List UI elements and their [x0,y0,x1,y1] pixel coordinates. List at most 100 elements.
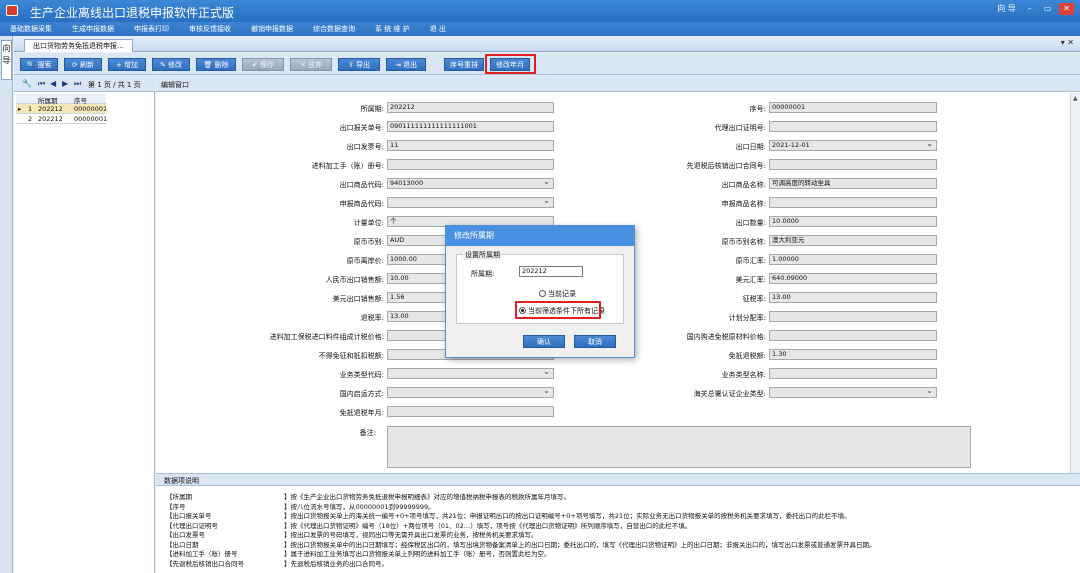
description-key: 【所属期 [166,493,192,500]
description-key: 【出口发票号 [166,531,205,538]
list-item: 【序号 】按八位流水号填写，从00000001到99999999。 [166,501,1066,510]
left-field-input[interactable]: 11 [387,140,554,151]
cancel-edit-button[interactable]: ✕ 放弃 [290,58,332,71]
wrench-icon[interactable]: 🔧 [22,79,32,88]
description-title: 数据项说明 [164,477,199,485]
document-tabstrip: 出口货物劳务免抵退税申报… ▾ ✕ [14,36,1080,52]
exit-button[interactable]: ⇥ 退出 [386,58,426,71]
right-field-input[interactable]: 00000001 [769,102,937,113]
remark-field[interactable] [387,426,971,468]
list-item: 【代理出口证明号 】按《代理出口货物证明》编号（18位）+两位项号（01、02…）… [166,520,1066,529]
right-field-input[interactable] [769,330,937,341]
right-field-input[interactable]: 640.09000 [769,273,937,284]
record-navigator: 🔧 ⏮ ◀ ▶ ⏭ 第 1 页 / 共 1 页 [14,76,155,92]
close-icon[interactable]: ✕ [1059,3,1074,15]
dialog-cancel-button[interactable]: 取消 [574,335,616,348]
exit-button-label: 退出 [403,61,418,69]
menu-revoke[interactable]: 撤销申报数据 [241,22,303,36]
left-field-label: 国内启运方式: [339,390,384,398]
edit-button[interactable]: ✎ 修改 [152,58,190,71]
left-field-label: 原币离岸价: [346,257,384,265]
tab-export-declaration[interactable]: 出口货物劳务免抵退税申报… [24,39,133,52]
refresh-button-label: 刷新 [80,61,95,69]
dialog-title: 修改所属期 [446,226,634,246]
right-field-label: 业务类型名称: [721,371,766,379]
right-field-input[interactable] [769,311,937,322]
confirm-button[interactable]: 确认 [523,335,565,348]
right-field-input[interactable] [769,368,937,379]
search-button[interactable]: 🔍 搜索 [20,58,58,71]
right-field-input[interactable]: 10.0000 [769,216,937,227]
add-button[interactable]: + 增加 [108,58,146,71]
right-field-input[interactable] [769,197,937,208]
left-field-input[interactable]: 202212 [387,102,554,113]
menu-query[interactable]: 综合数据查询 [303,22,365,36]
row-period: 202212 [38,115,63,123]
left-field-input[interactable] [387,387,554,398]
left-field-input[interactable] [387,197,554,208]
scroll-up-icon[interactable]: ▲ [1073,95,1078,102]
menu-print[interactable]: 申报表打印 [124,22,179,36]
search-button-label: 搜索 [37,61,52,69]
save-button[interactable]: ✔ 保存 [242,58,284,71]
restore-icon[interactable]: ▭ [1040,3,1056,15]
menu-system[interactable]: 系 统 维 护 [365,22,420,36]
minimize-icon[interactable]: – [1024,3,1036,15]
radio-off-icon [539,290,546,297]
right-field-label: 征税率: [742,295,766,303]
right-field-input[interactable]: 1.30 [769,349,937,360]
left-field-label: 计量单位: [353,219,384,227]
edit-scrollbar[interactable]: ▲ [1070,93,1080,473]
change-period-dialog: 修改所属期 设置所属期 所属期: 202212 当前记录 当前筛选条件下所有记录… [445,225,635,358]
renumber-button[interactable]: 序号重排 [444,58,484,71]
prev-page-icon[interactable]: ◀ [50,79,56,88]
right-field-input[interactable] [769,387,937,398]
right-field-input[interactable]: 2021-12-01 [769,140,937,151]
table-row[interactable]: 2 202212 00000001 [16,114,107,124]
menu-bar: 基础数据采集 生成申报数据 申报表打印 审核反馈接收 撤销申报数据 综合数据查询… [0,22,1080,36]
next-page-icon[interactable]: ▶ [62,79,68,88]
right-field-input[interactable]: 澳大利亚元 [769,235,937,246]
description-text: 】按《生产企业出口货物劳务免抵退税申报明细表》对应的增值税纳税申报表的税款所属年… [284,493,570,500]
menu-feedback[interactable]: 审核反馈接收 [179,22,241,36]
panel-close-icon[interactable]: ▾ ✕ [1061,38,1074,47]
right-field-input[interactable] [769,159,937,170]
add-button-label: 增加 [124,61,139,69]
window-controls: 向 导 – ▭ ✕ [993,3,1074,15]
left-field-label: 人民币出口销售额: [325,276,384,284]
guide-button[interactable]: 向 导 [993,3,1020,15]
menu-generate-data[interactable]: 生成申报数据 [62,22,124,36]
left-field-label: 进料加工保税进口料件组成计税价格: [269,333,384,341]
right-field-input[interactable]: 1.00000 [769,254,937,265]
edit-button-label: 修改 [168,61,183,69]
delete-button-label: 删除 [214,61,229,69]
description-text: 】按出口货物报关单中的出口日期填写；经保税区出口的，填写出境货物备案清单上的出口… [284,540,876,548]
left-field-input[interactable] [387,406,554,417]
left-field-label: 进料加工手（账）册号: [311,162,384,170]
left-field-label: 免抵退税年月: [339,409,384,417]
export-button[interactable]: ⇪ 导出 [338,58,380,71]
refresh-button[interactable]: ⟳ 刷新 [64,58,102,71]
delete-button[interactable]: 🗑 删除 [196,58,236,71]
first-page-icon[interactable]: ⏮ [38,79,45,89]
menu-basic-data[interactable]: 基础数据采集 [0,22,62,36]
period-input[interactable]: 202212 [519,266,583,277]
left-field-input[interactable]: 090111111111111111001 [387,121,554,132]
right-field-input[interactable]: 可调高度的转动坐具 [769,178,937,189]
guide-tab[interactable]: 向导 [1,40,12,80]
edit-window-header: 编辑窗口 [156,76,1080,92]
radio-current-record[interactable]: 当前记录 [539,289,576,299]
table-row[interactable]: ▸ 1 202212 00000001 [16,104,107,114]
left-field-input[interactable] [387,159,554,170]
right-field-input[interactable]: 13.00 [769,292,937,303]
description-text: 】按出口货物报关单上的海关统一编号+0+项号填写，共21位；申报证明出口的按出口… [284,512,851,519]
right-field-label: 代理出口证明号: [714,124,766,132]
right-field-input[interactable] [769,121,937,132]
grid-header: 所属期 序号 [16,94,106,105]
period-label: 所属期: [471,270,495,278]
left-field-input[interactable]: 94013000 [387,178,554,189]
left-field-input[interactable] [387,368,554,379]
right-field-label: 计划分配率: [728,314,766,322]
last-page-icon[interactable]: ⏭ [74,79,81,89]
menu-exit[interactable]: 退 出 [420,22,456,36]
